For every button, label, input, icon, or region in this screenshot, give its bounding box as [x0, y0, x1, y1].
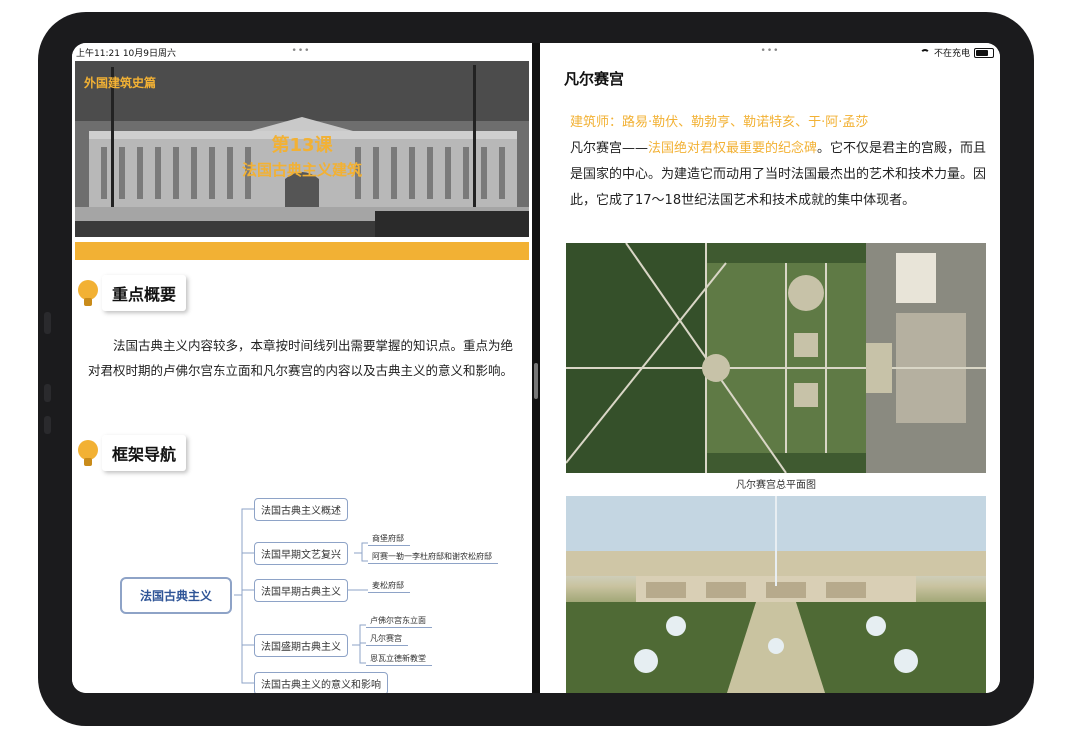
mindmap-branch[interactable]: 法国盛期古典主义 — [254, 634, 348, 657]
mindmap-leaf[interactable]: 麦松府邸 — [368, 580, 410, 593]
divider-handle[interactable] — [534, 363, 538, 399]
status-indicators: 不在充电 — [919, 46, 994, 59]
wifi-icon — [919, 48, 930, 57]
description-start: 凡尔赛宫—— — [570, 141, 649, 156]
mindmap-leaf[interactable]: 阿赛一勒一李杜府邸和谢农松府邸 — [368, 551, 498, 564]
map-caption: 凡尔赛宫总平面图 — [736, 480, 816, 491]
mindmap-branch[interactable]: 法国早期文艺复兴 — [254, 542, 348, 565]
side-button — [44, 384, 51, 402]
palace-painting-image — [566, 496, 986, 693]
architects-line: 建筑师：路易·勒伏、勒勃亨、勒诺特亥、于·阿·孟莎 — [570, 115, 869, 130]
description-paragraph: 凡尔赛宫——法国绝对君权最重要的纪念碑。它不仅是君主的宫殿，而且是国家的中心。为… — [570, 136, 988, 214]
side-button — [44, 416, 51, 434]
status-bar-right: 不在充电 — [540, 43, 1000, 59]
battery-icon — [974, 47, 994, 58]
left-pane[interactable]: 上午11:21 10月9日周六 ••• 外国建筑史篇 第13课 法国古典主义建筑… — [72, 43, 532, 693]
mindmap-leaf[interactable]: 卢佛尔宫东立面 — [366, 615, 432, 628]
mindmap-branch[interactable]: 法国古典主义概述 — [254, 498, 348, 521]
mindmap-leaf[interactable]: 凡尔赛宫 — [366, 633, 408, 646]
right-pane[interactable]: ••• 不在充电 凡尔赛宫 建筑师：路易·勒伏、勒勃亨、勒诺特亥、于·阿·孟莎 … — [540, 43, 1000, 693]
mindmap-branch[interactable]: 法国早期古典主义 — [254, 579, 348, 602]
mindmap-branch[interactable]: 法国古典主义的意义和影响 — [254, 672, 388, 693]
palace-painting — [566, 496, 986, 693]
section-title: 凡尔赛宫 — [564, 70, 625, 88]
mindmap-leaf[interactable]: 恩瓦立德新教堂 — [366, 653, 432, 666]
description-highlight: 法国绝对君权最重要的纪念碑 — [648, 141, 818, 156]
side-button — [44, 312, 51, 334]
mindmap-leaf[interactable]: 商堡府邸 — [368, 533, 410, 546]
site-plan-image — [566, 243, 986, 473]
aerial-map — [566, 243, 986, 473]
screen: 上午11:21 10月9日周六 ••• 外国建筑史篇 第13课 法国古典主义建筑… — [72, 43, 1000, 693]
charging-status: 不在充电 — [933, 49, 970, 59]
mindmap-root[interactable]: 法国古典主义 — [120, 577, 233, 614]
split-view-divider[interactable] — [532, 43, 540, 693]
